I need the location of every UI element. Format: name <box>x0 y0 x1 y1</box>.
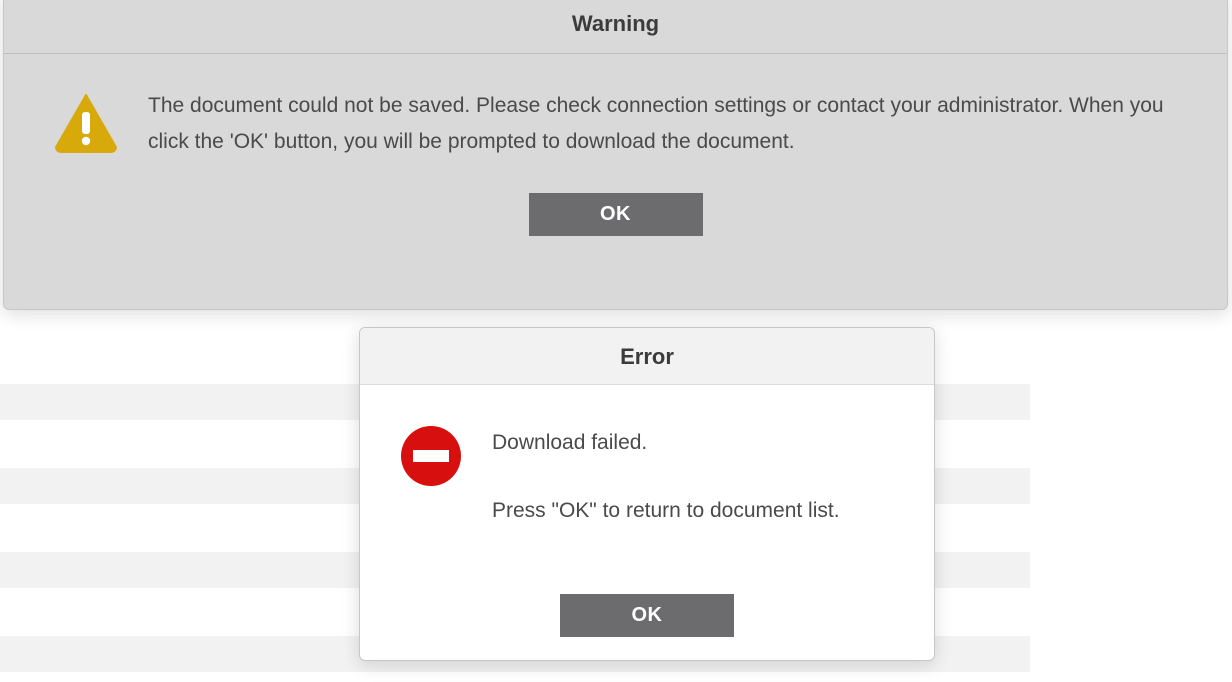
error-ok-button[interactable]: OK <box>560 594 734 637</box>
warning-ok-button[interactable]: OK <box>529 193 703 236</box>
warning-dialog-title: Warning <box>4 0 1227 54</box>
error-dialog-body: Download failed. Press "OK" to return to… <box>360 385 934 570</box>
warning-icon <box>52 94 120 154</box>
error-dialog-title: Error <box>360 328 934 385</box>
warning-dialog-footer: OK <box>4 169 1227 246</box>
error-dialog: Error Download failed. Press "OK" to ret… <box>359 327 935 661</box>
no-entry-icon <box>400 425 462 487</box>
error-message-line1: Download failed. <box>492 425 840 461</box>
warning-dialog-message: The document could not be saved. Please … <box>148 88 1179 159</box>
warning-dialog: Warning The document could not be saved.… <box>3 0 1228 310</box>
error-dialog-message: Download failed. Press "OK" to return to… <box>492 425 840 560</box>
error-message-line2: Press "OK" to return to document list. <box>492 493 840 529</box>
warning-dialog-body: The document could not be saved. Please … <box>4 54 1227 169</box>
error-dialog-footer: OK <box>360 570 934 647</box>
